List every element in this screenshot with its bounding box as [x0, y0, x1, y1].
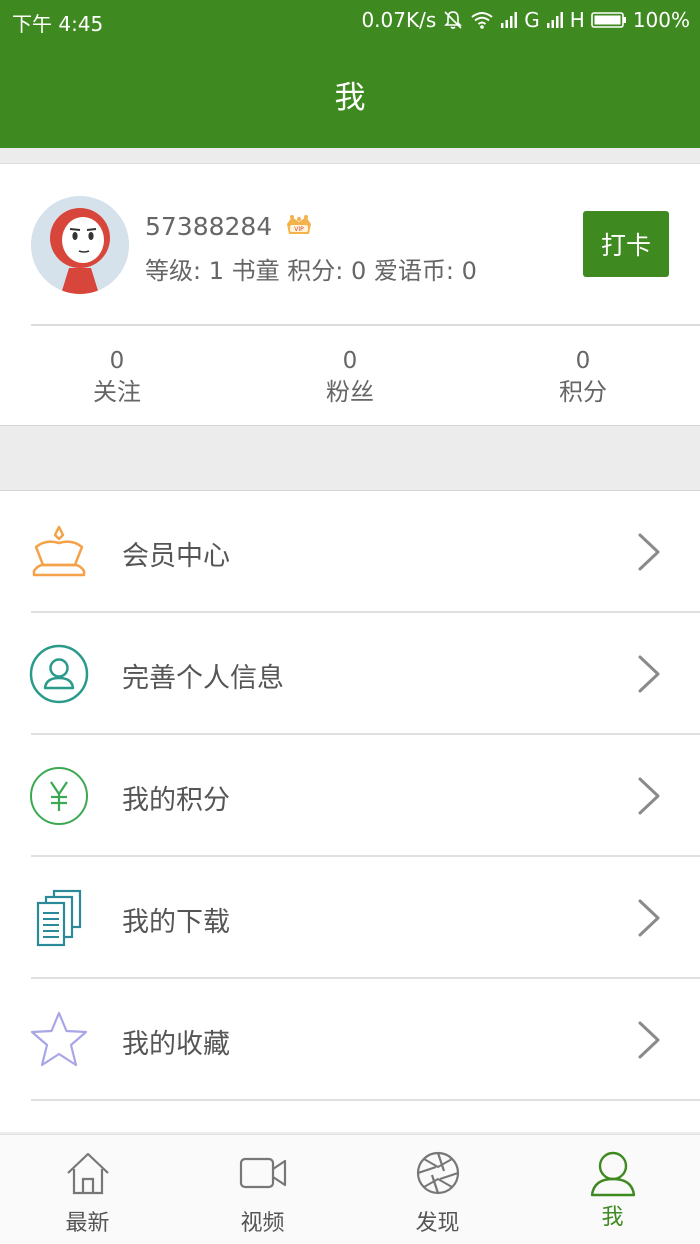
chevron-right-icon [636, 898, 662, 942]
tab-video[interactable]: 视频 [175, 1135, 350, 1244]
signal-bars-icon-2 [546, 11, 564, 29]
menu-item-my-downloads[interactable]: 我的下载 [0, 857, 700, 979]
menu-item-label: 完善个人信息 [122, 663, 284, 694]
profile-divider [31, 324, 700, 326]
network-speed: 0.07K/s [361, 8, 437, 32]
chevron-right-icon [636, 1020, 662, 1064]
video-camera-icon [238, 1149, 288, 1201]
menu-item-my-points[interactable]: 我的积分 [0, 735, 700, 857]
wifi-icon [470, 10, 494, 30]
tab-me[interactable]: 我 [525, 1135, 700, 1244]
aperture-icon [414, 1149, 462, 1201]
tab-label: 视频 [240, 1211, 285, 1236]
vip-crown-icon: VIP [284, 212, 314, 242]
stat-following-value: 0 [109, 348, 125, 374]
person-icon [588, 1149, 638, 1203]
battery-percent: 100% [632, 8, 690, 32]
profile-card: 57388284 VIP 等级: 1 书童 积分: 0 爱语币: 0 打卡 0 … [0, 163, 700, 426]
stat-fans-label: 粉丝 [326, 378, 374, 406]
app-bar: 下午 4:45 0.07K/s G H 100% 我 [0, 0, 700, 148]
checkin-button[interactable]: 打卡 [583, 211, 669, 277]
home-icon [64, 1149, 112, 1201]
yen-circle-icon [28, 765, 90, 827]
tab-label: 我 [601, 1205, 624, 1230]
tab-latest[interactable]: 最新 [0, 1135, 175, 1244]
status-bar: 下午 4:45 0.07K/s G H 100% [0, 0, 700, 40]
status-time: 下午 4:45 [12, 12, 104, 36]
menu-list: 会员中心 完善个人信息 我的积分 我的下载 我的收藏 [0, 490, 700, 1132]
documents-icon [28, 887, 90, 949]
status-indicators: 0.07K/s G H 100% [361, 8, 690, 32]
menu-item-label: 我的积分 [122, 785, 230, 816]
user-circle-icon [28, 643, 90, 705]
stat-points-value: 0 [575, 348, 591, 374]
bell-off-icon [442, 9, 464, 31]
menu-item-label: 我的下载 [122, 907, 230, 938]
menu-item-my-favorites[interactable]: 我的收藏 [0, 979, 700, 1101]
user-level-info: 等级: 1 书童 积分: 0 爱语币: 0 [145, 257, 477, 285]
tab-label: 最新 [65, 1211, 110, 1236]
tab-label: 发现 [415, 1211, 460, 1236]
vip-badge-text: VIP [294, 226, 304, 233]
signal-bars-icon [500, 11, 518, 29]
avatar[interactable] [31, 196, 129, 294]
menu-divider [31, 1099, 700, 1101]
stat-points-label: 积分 [559, 378, 607, 406]
stat-following[interactable]: 0 关注 [37, 346, 197, 408]
stat-fans[interactable]: 0 粉丝 [270, 346, 430, 408]
signal-g-label: G [524, 8, 540, 32]
menu-item-label: 会员中心 [122, 541, 230, 572]
chevron-right-icon [636, 532, 662, 576]
chevron-right-icon [636, 776, 662, 820]
signal-h-label: H [569, 8, 585, 32]
menu-item-member-center[interactable]: 会员中心 [0, 491, 700, 613]
menu-item-complete-profile[interactable]: 完善个人信息 [0, 613, 700, 735]
bottom-tab-bar: 最新 视频 发现 我 [0, 1134, 700, 1244]
stat-points[interactable]: 0 积分 [503, 346, 663, 408]
crown-icon [28, 521, 90, 583]
stat-fans-value: 0 [342, 348, 358, 374]
page-title: 我 [334, 80, 366, 116]
menu-item-label: 我的收藏 [122, 1029, 230, 1060]
star-icon [28, 1009, 90, 1071]
stat-following-label: 关注 [93, 378, 141, 406]
avatar-image [31, 196, 129, 294]
battery-icon [591, 11, 627, 29]
tab-discover[interactable]: 发现 [350, 1135, 525, 1244]
username: 57388284 [145, 212, 273, 241]
chevron-right-icon [636, 654, 662, 698]
